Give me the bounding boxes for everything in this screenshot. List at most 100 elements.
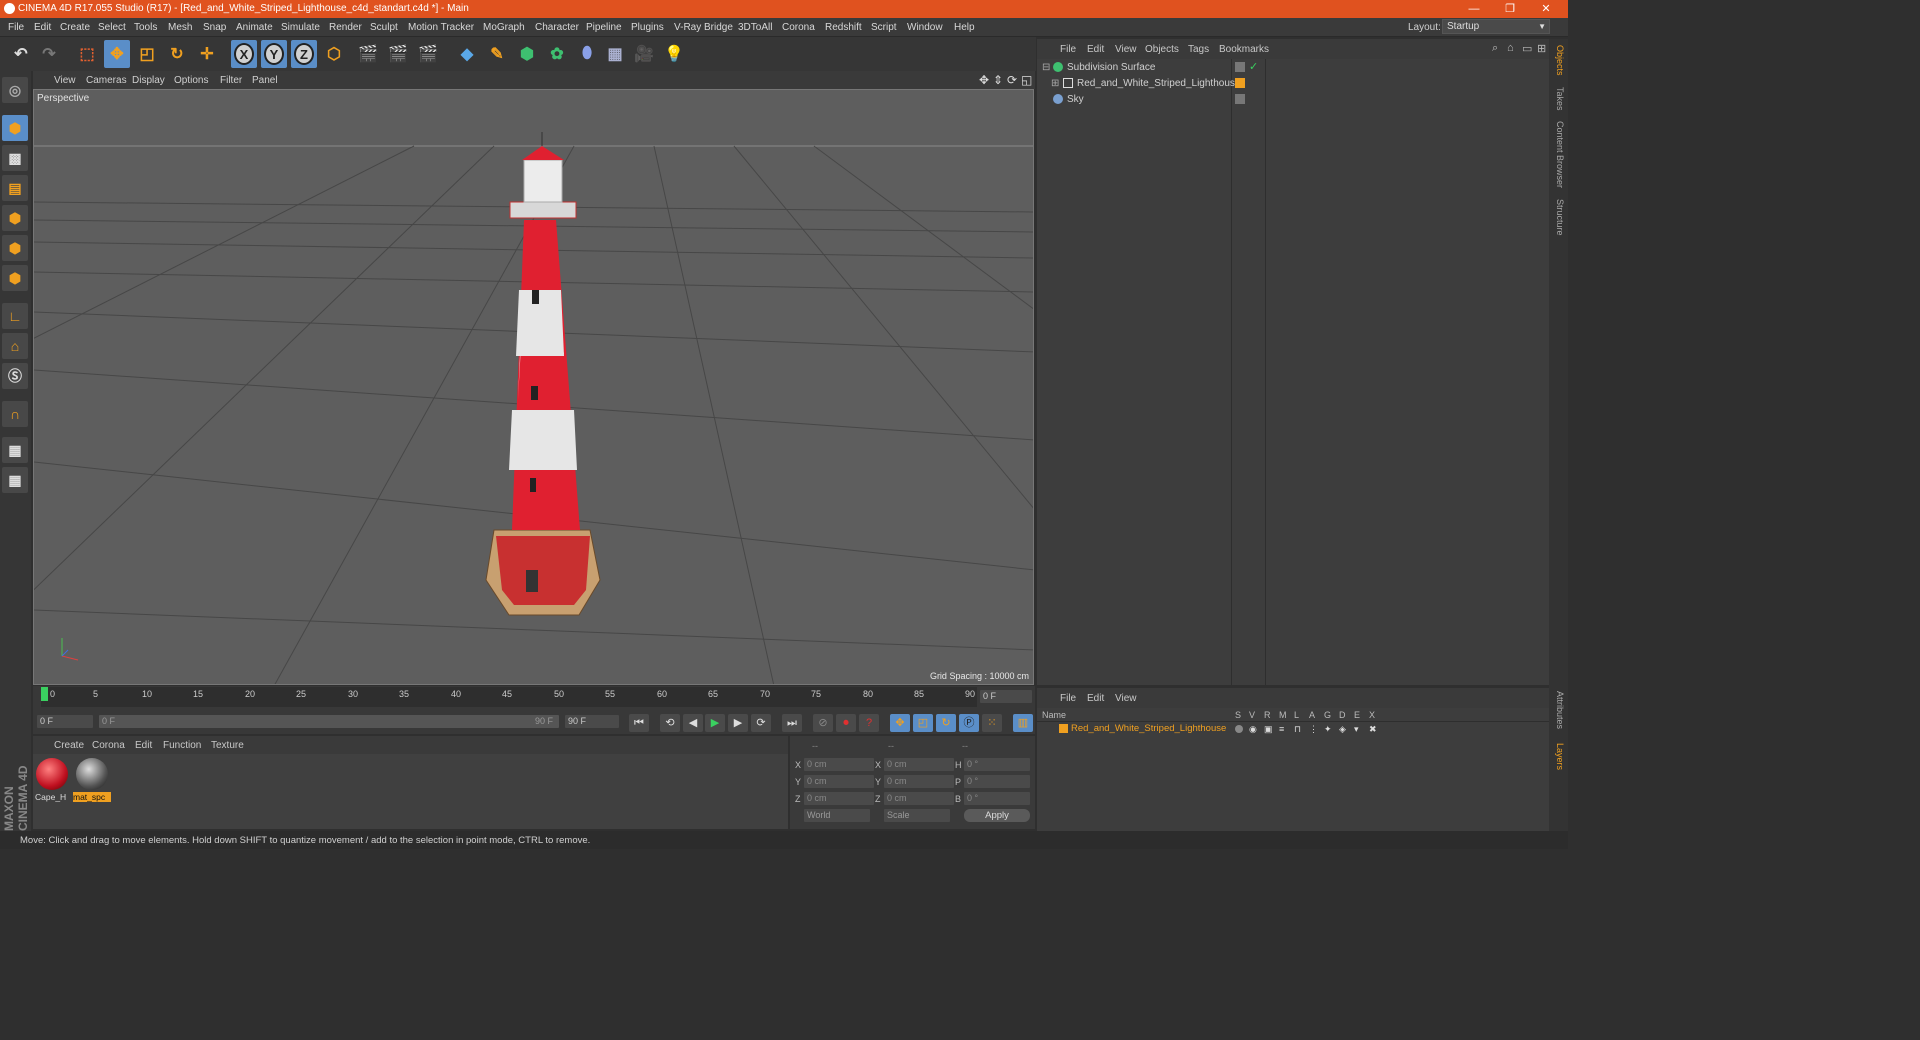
key-rotation-button[interactable]: ↻ <box>936 714 956 732</box>
menu-script[interactable]: Script <box>871 22 897 33</box>
layer-menu-edit[interactable]: Edit <box>1087 693 1104 704</box>
menu-edit[interactable]: Edit <box>34 22 51 33</box>
size-z-field[interactable]: 0 cm <box>884 792 954 805</box>
end-frame-field[interactable]: 90 F <box>565 715 619 728</box>
perspective-viewport[interactable]: Perspective Grid Spacing : 10000 cm <box>33 89 1034 685</box>
add-spline-button[interactable]: ✎ <box>484 40 510 68</box>
frame-range-slider[interactable]: 0 F 90 F <box>99 715 559 728</box>
position-z-field[interactable]: 0 cm <box>804 792 874 805</box>
menu-select[interactable]: Select <box>98 22 126 33</box>
viewport-pan-icon[interactable]: ✥ <box>979 73 989 87</box>
solo-toggle-icon[interactable] <box>1235 725 1243 733</box>
rotation-b-field[interactable]: 0 ° <box>964 792 1030 805</box>
viewport-menu-filter[interactable]: Filter <box>220 75 242 86</box>
apply-button[interactable]: Apply <box>964 809 1030 822</box>
magnet-tool-button[interactable]: ∩ <box>2 401 28 427</box>
material-swatch-selected[interactable]: mat_spc <box>73 756 111 802</box>
add-floor-button[interactable]: ▦ <box>602 40 628 68</box>
z-axis-button[interactable]: Z <box>291 40 317 68</box>
solo-button[interactable]: ▦ <box>2 467 28 493</box>
enabled-check-icon[interactable]: ✓ <box>1249 60 1258 73</box>
generator-toggle-icon[interactable]: ✦ <box>1324 724 1332 735</box>
recent-tool-button[interactable]: ✛ <box>194 40 220 68</box>
layer-color-icon[interactable] <box>1059 724 1068 733</box>
workplane-lock-button[interactable]: ▦ <box>2 437 28 463</box>
material-menu-texture[interactable]: Texture <box>211 740 244 751</box>
viewport-menu-options[interactable]: Options <box>174 75 208 86</box>
tab-content-browser[interactable]: Content Browser <box>1551 121 1565 188</box>
object-menu-edit[interactable]: Edit <box>1087 44 1104 55</box>
search-icon[interactable]: ⌕ <box>1492 42 1498 55</box>
current-frame-field[interactable]: 0 F <box>980 690 1032 703</box>
timeline-ruler[interactable]: 0 5 10 15 20 25 30 35 40 45 50 55 60 65 … <box>33 686 1035 712</box>
key-pla-button[interactable]: ⁙ <box>982 714 1002 732</box>
object-row[interactable]: Sky <box>1037 92 1549 108</box>
points-mode-button[interactable]: ⬢ <box>2 205 28 231</box>
redo-button[interactable]: ↷ <box>36 40 62 68</box>
start-frame-field[interactable]: 0 F <box>37 715 93 728</box>
add-deformer-button[interactable]: ⬮ <box>574 40 600 68</box>
layer-menu-file[interactable]: File <box>1060 693 1076 704</box>
viewport-menu-display[interactable]: Display <box>132 75 165 86</box>
make-editable-button[interactable]: ◎ <box>2 77 28 103</box>
menu-mesh[interactable]: Mesh <box>168 22 192 33</box>
add-light-button[interactable]: 💡 <box>661 40 687 68</box>
expand-icon[interactable]: ⊞ <box>1537 42 1546 55</box>
render-view-button[interactable]: 🎬 <box>355 40 381 68</box>
rotate-tool-button[interactable]: ↻ <box>164 40 190 68</box>
model-mode-button[interactable]: ⬢ <box>2 115 28 141</box>
menu-file[interactable]: File <box>8 22 24 33</box>
material-menu-edit[interactable]: Edit <box>135 740 152 751</box>
material-menu-corona[interactable]: Corona <box>92 740 125 751</box>
add-mograph-button[interactable]: ✿ <box>544 40 570 68</box>
y-axis-button[interactable]: Y <box>261 40 287 68</box>
play-button[interactable]: ▶ <box>705 714 725 732</box>
menu-plugins[interactable]: Plugins <box>631 22 664 33</box>
object-menu-view[interactable]: View <box>1115 44 1137 55</box>
menu-help[interactable]: Help <box>954 22 975 33</box>
render-toggle-icon[interactable]: ▣ <box>1264 724 1273 735</box>
menu-sculpt[interactable]: Sculpt <box>370 22 398 33</box>
menu-create[interactable]: Create <box>60 22 90 33</box>
tweak-mode-button[interactable]: ⌂ <box>2 333 28 359</box>
close-button[interactable]: ✕ <box>1528 1 1564 17</box>
layer-menu-view[interactable]: View <box>1115 693 1137 704</box>
next-frame-button[interactable]: ▶ <box>728 714 748 732</box>
edit-render-settings-button[interactable]: 🎬 <box>415 40 441 68</box>
viewport-maximize-icon[interactable]: ◱ <box>1021 73 1032 87</box>
polygons-mode-button[interactable]: ⬢ <box>2 265 28 291</box>
rotation-p-field[interactable]: 0 ° <box>964 775 1030 788</box>
coordinate-mode-select[interactable]: World <box>804 809 870 822</box>
maximize-button[interactable]: ❐ <box>1492 1 1528 17</box>
material-menu-function[interactable]: Function <box>163 740 201 751</box>
menu-vray-bridge[interactable]: V-Ray Bridge <box>674 22 733 33</box>
add-subdivision-button[interactable]: ⬢ <box>514 40 540 68</box>
size-x-field[interactable]: 0 cm <box>884 758 954 771</box>
home-icon[interactable]: ⌂ <box>1507 42 1514 54</box>
menu-3dtoall[interactable]: 3DToAll <box>738 22 772 33</box>
manager-toggle-icon[interactable]: ≡ <box>1279 724 1284 734</box>
object-menu-objects[interactable]: Objects <box>1145 44 1179 55</box>
viewport-menu-view[interactable]: View <box>54 75 76 86</box>
scale-tool-button[interactable]: ◰ <box>134 40 160 68</box>
menu-window[interactable]: Window <box>907 22 943 33</box>
previous-key-button[interactable]: ⟲ <box>660 714 680 732</box>
object-menu-bookmarks[interactable]: Bookmarks <box>1219 44 1269 55</box>
menu-animate[interactable]: Animate <box>236 22 273 33</box>
minimize-button[interactable]: — <box>1456 1 1492 17</box>
visible-eye-icon[interactable]: ◉ <box>1249 724 1257 735</box>
position-y-field[interactable]: 0 cm <box>804 775 874 788</box>
timeline-track[interactable]: 0 5 10 15 20 25 30 35 40 45 50 55 60 65 … <box>41 687 977 707</box>
timeline-window-button[interactable]: ▥ <box>1013 714 1033 732</box>
expand-icon[interactable]: ⊞ <box>1051 78 1059 89</box>
axis-mode-button[interactable]: ∟ <box>2 303 28 329</box>
size-mode-select[interactable]: Scale <box>884 809 950 822</box>
edges-mode-button[interactable]: ⬢ <box>2 235 28 261</box>
layer-row[interactable]: Red_and_White_Striped_Lighthouse ◉ ▣ ≡ ⊓… <box>1037 722 1549 736</box>
key-position-button[interactable]: ✥ <box>890 714 910 732</box>
playhead[interactable] <box>41 687 48 701</box>
menu-render[interactable]: Render <box>329 22 362 33</box>
rotation-h-field[interactable]: 0 ° <box>964 758 1030 771</box>
menu-motion-tracker[interactable]: Motion Tracker <box>408 22 474 33</box>
add-cube-button[interactable]: ◆ <box>454 40 480 68</box>
